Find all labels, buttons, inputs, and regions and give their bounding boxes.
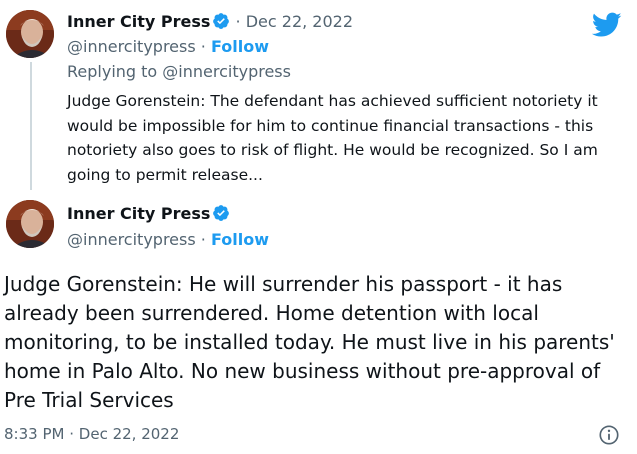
verified-badge-icon (212, 204, 230, 222)
handle-separator: · (200, 37, 206, 56)
parent-author-name[interactable]: Inner City Press (67, 12, 210, 31)
main-tweet-text: Judge Gorenstein: He will surrender his … (4, 272, 615, 412)
verified-badge-icon (212, 12, 230, 30)
parent-handle[interactable]: @innercitypress (67, 37, 196, 56)
parent-follow-link[interactable]: Follow (211, 37, 269, 56)
main-follow-link[interactable]: Follow (211, 230, 269, 249)
replying-to-label: Replying to (67, 62, 158, 81)
main-timestamp[interactable]: 8:33 PM · Dec 22, 2022 (4, 425, 179, 443)
timestamp-separator: · (69, 425, 75, 443)
main-avatar[interactable] (6, 200, 54, 248)
twitter-bird-icon[interactable] (592, 12, 622, 38)
main-author-name[interactable]: Inner City Press (67, 204, 210, 223)
main-header-row: Inner City Press (67, 204, 230, 223)
handle-separator: · (200, 230, 206, 249)
main-time: 8:33 PM (4, 425, 65, 443)
parent-tweet-text: Judge Gorenstein: The defendant has achi… (67, 92, 598, 184)
info-icon[interactable] (598, 424, 620, 446)
header-separator: · (235, 12, 241, 31)
main-date: Dec 22, 2022 (78, 425, 180, 443)
parent-avatar[interactable] (6, 10, 54, 58)
parent-handle-row: @innercitypress · Follow (67, 37, 269, 56)
main-handle[interactable]: @innercitypress (67, 230, 196, 249)
replying-to-line: Replying to @innercitypress (67, 62, 291, 81)
main-handle-row: @innercitypress · Follow (67, 230, 269, 249)
parent-date-link[interactable]: Dec 22, 2022 (246, 12, 353, 31)
parent-header-row: Inner City Press · Dec 22, 2022 (67, 12, 353, 31)
thread-connector-line (30, 62, 32, 190)
replying-to-handle[interactable]: @innercitypress (162, 62, 291, 81)
